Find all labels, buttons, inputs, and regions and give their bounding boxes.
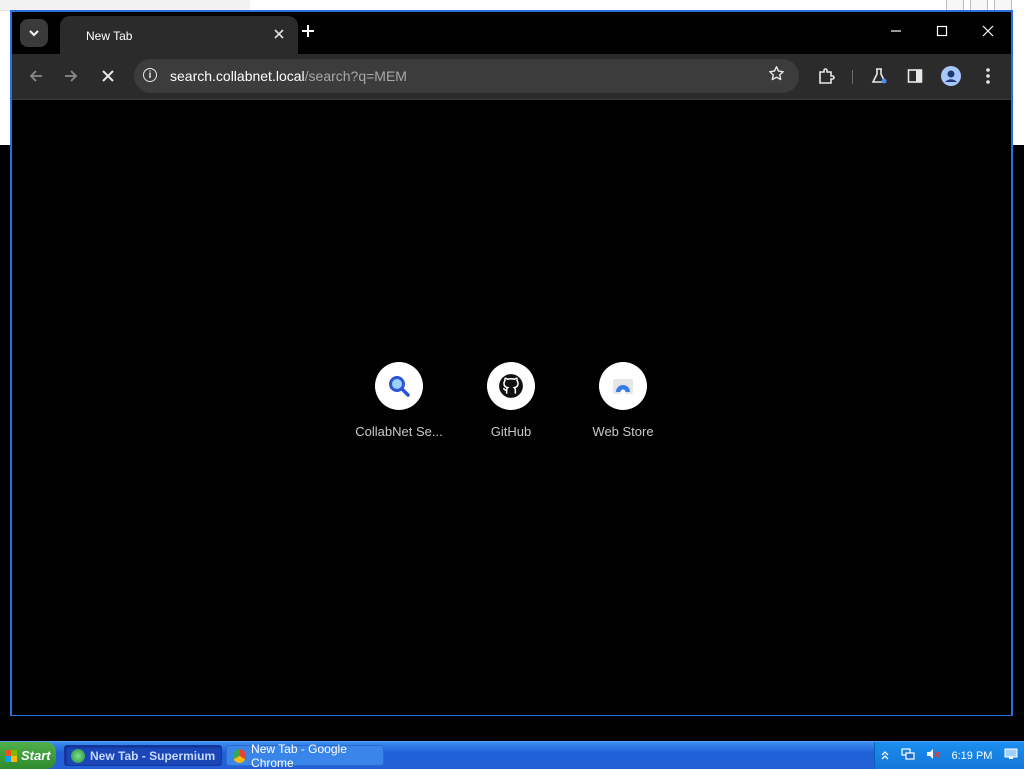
windows-taskbar: Start New Tab - Supermium New Tab - Goog…: [0, 741, 1024, 770]
close-window-button[interactable]: [965, 12, 1011, 50]
avatar-icon: [941, 66, 961, 86]
puzzle-icon: [819, 68, 835, 84]
chevron-up-icon: [881, 750, 889, 759]
close-icon: [102, 70, 114, 82]
start-label: Start: [21, 748, 51, 763]
shortcut-tile: [487, 362, 535, 410]
address-bar[interactable]: i search.collabnet.local/search?q=MEM: [134, 59, 799, 93]
chrome-icon: [233, 748, 247, 763]
flask-icon: [871, 68, 887, 84]
show-hidden-icons-button[interactable]: [881, 749, 889, 763]
close-icon: [274, 29, 284, 39]
speaker-muted-icon: [927, 749, 940, 759]
url-host: search.collabnet.local: [170, 68, 305, 84]
stop-loading-button[interactable]: [94, 62, 122, 90]
chevron-down-icon: [29, 30, 39, 37]
clock[interactable]: 6:19 PM: [952, 750, 993, 762]
supermium-icon: [71, 748, 85, 763]
back-button[interactable]: [22, 62, 50, 90]
side-panel-icon: [907, 69, 923, 83]
windows-logo-icon: [5, 749, 17, 762]
profile-button[interactable]: [937, 62, 965, 90]
taskbar-item-label: New Tab - Supermium: [90, 748, 216, 763]
extensions-button[interactable]: [812, 62, 840, 90]
network-icon[interactable]: [900, 748, 915, 763]
forward-button[interactable]: [57, 62, 85, 90]
web-store-icon: [613, 379, 633, 395]
window-controls: [873, 12, 1011, 50]
network-icon: [900, 748, 915, 760]
star-icon: [769, 66, 784, 81]
tab-title: New Tab: [86, 29, 133, 43]
title-bar: New Tab: [12, 12, 1011, 54]
taskbar-item-label: New Tab - Google Chrome: [251, 741, 347, 770]
shortcut-label: GitHub: [490, 424, 532, 439]
search-icon: [389, 376, 410, 397]
browser-window: New Tab i search.collabnet.local/search?…: [10, 10, 1013, 716]
more-vertical-icon: [986, 68, 990, 84]
info-icon[interactable]: i: [143, 68, 157, 82]
system-tray: 6:19 PM: [874, 742, 1024, 769]
shortcut-tile: [375, 362, 423, 410]
shortcut-web-store[interactable]: Web Store: [573, 362, 673, 439]
menu-button[interactable]: [974, 62, 1002, 90]
browser-toolbar: i search.collabnet.local/search?q=MEM: [12, 54, 1011, 99]
arrow-left-icon: [29, 70, 42, 82]
taskbar-item-supermium[interactable]: New Tab - Supermium: [64, 745, 222, 766]
start-button[interactable]: Start: [0, 742, 56, 769]
tab-search-button[interactable]: [20, 19, 48, 47]
new-tab-page: CollabNet Se... GitHub Web Store: [12, 99, 1011, 715]
tab-new-tab[interactable]: New Tab: [60, 16, 298, 54]
shortcut-label: Web Store: [592, 424, 654, 439]
labs-button[interactable]: [865, 62, 893, 90]
url-path: /search?q=MEM: [304, 68, 407, 84]
maximize-icon: [936, 25, 948, 37]
taskbar-item-chrome[interactable]: New Tab - Google Chrome: [226, 742, 384, 770]
toolbar-separator: [852, 70, 853, 84]
minimize-icon: [891, 30, 901, 32]
close-icon: [982, 25, 994, 37]
shortcut-tile: [599, 362, 647, 410]
plus-icon: [302, 25, 314, 37]
minimize-button[interactable]: [873, 12, 919, 50]
monitor-icon: [1004, 748, 1018, 759]
volume-muted-icon[interactable]: [926, 748, 940, 763]
shortcut-github[interactable]: GitHub: [461, 362, 561, 439]
new-tab-button[interactable]: [298, 23, 318, 43]
maximize-button[interactable]: [919, 12, 965, 50]
github-icon: [499, 374, 523, 398]
side-panel-button[interactable]: [901, 62, 929, 90]
bookmark-star-button[interactable]: [768, 65, 785, 87]
shortcut-collabnet[interactable]: CollabNet Se...: [349, 362, 449, 439]
tab-close-button[interactable]: [270, 25, 288, 43]
show-desktop-icon[interactable]: [1004, 748, 1018, 763]
url-text[interactable]: search.collabnet.local/search?q=MEM: [170, 68, 407, 84]
shortcut-label: CollabNet Se...: [355, 424, 443, 439]
arrow-right-icon: [65, 70, 78, 82]
